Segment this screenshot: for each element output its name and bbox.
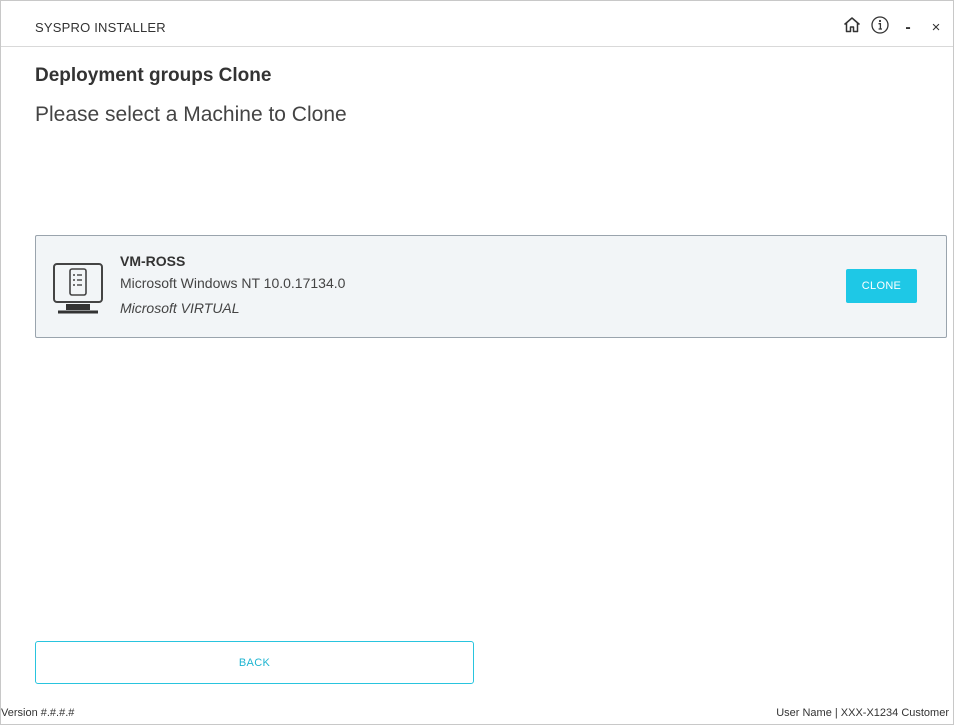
- minimize-button[interactable]: -: [895, 12, 921, 38]
- installer-window: SYSPRO INSTALLER - × Deployment groups C…: [0, 0, 954, 725]
- close-icon: ×: [931, 18, 941, 36]
- machine-type: Microsoft VIRTUAL: [120, 300, 240, 316]
- home-icon: [844, 17, 860, 33]
- minimize-icon: -: [905, 19, 911, 36]
- app-title: SYSPRO INSTALLER: [35, 20, 166, 35]
- user-info: User Name | XXX-X1234 Customer: [776, 707, 949, 719]
- page-subtitle: Please select a Machine to Clone: [35, 103, 347, 126]
- computer-icon: [53, 263, 103, 314]
- title-bar: SYSPRO INSTALLER - ×: [1, 1, 953, 47]
- info-button[interactable]: [867, 12, 893, 38]
- version-label: Version #.#.#.#: [1, 707, 75, 719]
- close-button[interactable]: ×: [923, 12, 949, 38]
- machine-name: VM-ROSS: [120, 253, 186, 269]
- info-icon: [871, 16, 889, 34]
- clone-button[interactable]: CLONE: [846, 269, 917, 303]
- home-button[interactable]: [839, 12, 865, 38]
- window-controls: - ×: [837, 11, 949, 39]
- machine-card: VM-ROSS Microsoft Windows NT 10.0.17134.…: [35, 235, 947, 338]
- page-title: Deployment groups Clone: [35, 65, 272, 86]
- machine-os: Microsoft Windows NT 10.0.17134.0: [120, 275, 346, 291]
- back-button[interactable]: BACK: [35, 641, 474, 684]
